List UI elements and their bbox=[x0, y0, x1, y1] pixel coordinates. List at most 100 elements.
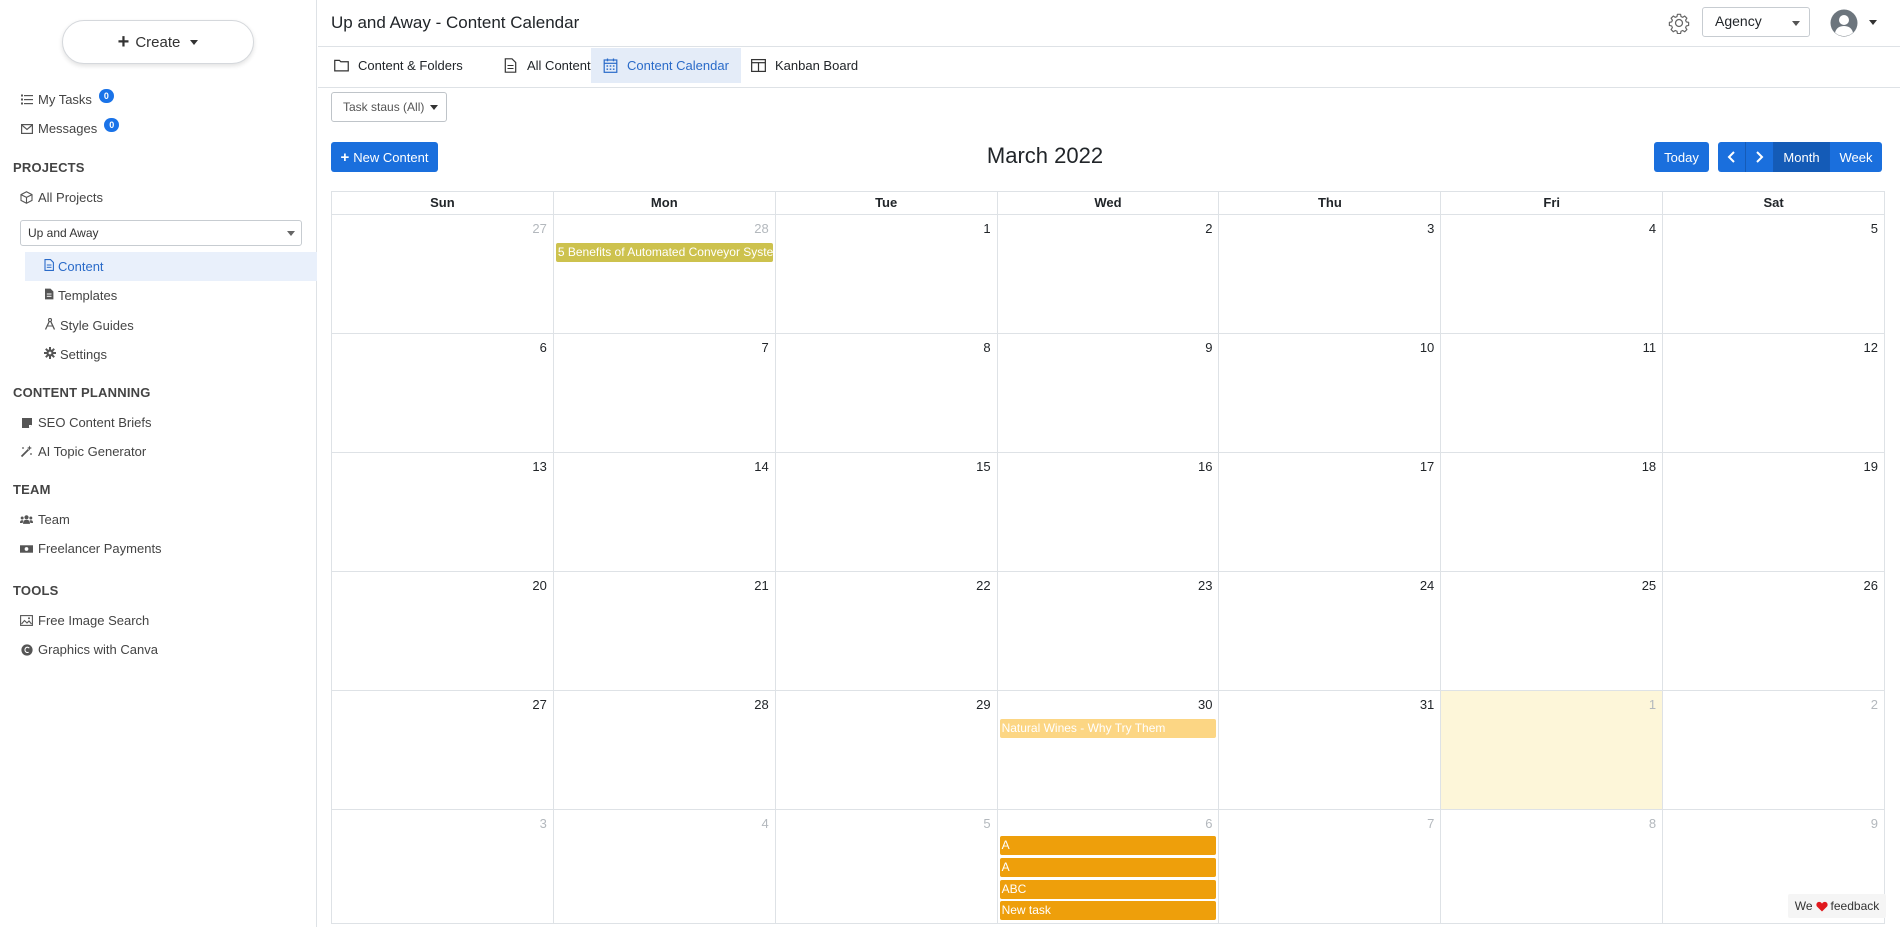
create-button[interactable]: + Create bbox=[62, 20, 254, 64]
day-number: 24 bbox=[1419, 578, 1435, 593]
gear-icon[interactable] bbox=[1668, 12, 1690, 34]
day-cell[interactable]: 7 bbox=[1219, 810, 1442, 923]
sidebar-item-free-image-search[interactable]: Free Image Search bbox=[20, 613, 149, 628]
calendar-event[interactable]: A bbox=[999, 858, 1217, 877]
sidebar-item-templates[interactable]: Templates bbox=[25, 281, 317, 310]
file-text-icon bbox=[44, 288, 54, 303]
compass-drafting-icon bbox=[44, 317, 56, 333]
day-cell[interactable]: 21 bbox=[554, 572, 776, 690]
day-number: 1 bbox=[983, 221, 991, 236]
sidebar-item-graphics-with-canva[interactable]: Graphics with Canva bbox=[20, 642, 158, 657]
agency-select[interactable]: Agency bbox=[1702, 7, 1810, 37]
day-cell-today[interactable]: 1 bbox=[1441, 691, 1664, 809]
week-view-button[interactable]: Week bbox=[1830, 142, 1882, 172]
my-tasks-link[interactable]: My Tasks 0 bbox=[20, 88, 114, 107]
calendar-event[interactable]: A bbox=[999, 836, 1217, 855]
calendar-event[interactable]: ABC bbox=[999, 880, 1217, 899]
day-cell[interactable]: 30 Natural Wines - Why Try Them bbox=[998, 691, 1220, 809]
day-cell[interactable]: 12 bbox=[1663, 334, 1884, 452]
magic-wand-icon bbox=[20, 445, 33, 458]
day-cell[interactable]: 28 bbox=[554, 691, 776, 809]
day-cell[interactable]: 13 bbox=[332, 453, 554, 571]
day-cell[interactable]: 26 bbox=[1663, 572, 1884, 690]
tab-content-folders[interactable]: Content & Folders bbox=[322, 48, 475, 83]
sidebar-item-team[interactable]: Team bbox=[20, 512, 70, 527]
create-label: Create bbox=[135, 33, 181, 51]
day-cell[interactable]: 27 bbox=[332, 215, 554, 333]
day-cell[interactable]: 3 bbox=[332, 810, 554, 923]
prev-button[interactable] bbox=[1718, 142, 1746, 172]
day-cell[interactable]: 14 bbox=[554, 453, 776, 571]
day-cell[interactable]: 10 bbox=[1219, 334, 1442, 452]
day-cell[interactable]: 6 bbox=[332, 334, 554, 452]
today-button[interactable]: Today bbox=[1654, 142, 1709, 172]
day-cell[interactable]: 20 bbox=[332, 572, 554, 690]
day-number: 28 bbox=[754, 697, 769, 712]
day-cell[interactable]: 8 bbox=[1441, 810, 1664, 923]
day-cell[interactable]: 28 5 Benefits of Automated Conveyor Syst… bbox=[554, 215, 776, 333]
day-cell[interactable]: 4 bbox=[1441, 215, 1664, 333]
user-avatar-icon[interactable] bbox=[1830, 9, 1858, 37]
day-cell[interactable]: 22 bbox=[776, 572, 998, 690]
day-cell[interactable]: 2 bbox=[998, 215, 1220, 333]
day-cell[interactable]: 5 bbox=[1663, 215, 1884, 333]
day-number: 4 bbox=[1648, 221, 1657, 236]
day-cell[interactable]: 5 bbox=[776, 810, 998, 923]
day-cell[interactable]: 25 bbox=[1441, 572, 1664, 690]
messages-link[interactable]: Messages 0 bbox=[20, 117, 120, 136]
new-content-button[interactable]: + New Content bbox=[331, 142, 438, 172]
sidebar-item-settings[interactable]: Settings bbox=[25, 340, 317, 369]
day-cell[interactable]: 17 bbox=[1219, 453, 1442, 571]
day-cell[interactable]: 8 bbox=[776, 334, 998, 452]
day-cell[interactable]: 23 bbox=[998, 572, 1220, 690]
day-cell[interactable]: 2 bbox=[1663, 691, 1884, 809]
day-cell[interactable]: 3 bbox=[1219, 215, 1442, 333]
day-cell[interactable]: 24 bbox=[1219, 572, 1442, 690]
new-content-label: New Content bbox=[353, 149, 429, 165]
day-cell[interactable]: 7 bbox=[554, 334, 776, 452]
project-select-value: Up and Away bbox=[28, 226, 99, 240]
day-cell[interactable]: 4 bbox=[554, 810, 776, 923]
calendar-event[interactable]: 5 Benefits of Automated Conveyor Systems bbox=[555, 243, 773, 262]
calendar-event[interactable]: New task bbox=[999, 901, 1217, 920]
day-cell[interactable]: 6 A A ABC New task bbox=[998, 810, 1220, 923]
day-number: 13 bbox=[532, 459, 547, 474]
sidebar-item-style-guides[interactable]: Style Guides bbox=[25, 311, 317, 340]
task-status-filter-label: Task staus (All) bbox=[343, 100, 425, 114]
day-number: 2 bbox=[1870, 697, 1879, 712]
day-cell[interactable]: 9 bbox=[998, 334, 1220, 452]
week-row: 6 7 8 9 10 11 12 bbox=[331, 333, 1885, 452]
weekday-sat: Sat bbox=[1763, 195, 1784, 210]
tab-content-calendar[interactable]: Content Calendar bbox=[591, 48, 741, 83]
day-cell[interactable]: 11 bbox=[1441, 334, 1664, 452]
all-projects-link[interactable]: All Projects bbox=[20, 190, 103, 205]
calendar-event[interactable]: Natural Wines - Why Try Them bbox=[999, 719, 1217, 738]
day-cell[interactable]: 15 bbox=[776, 453, 998, 571]
day-cell[interactable]: 27 bbox=[332, 691, 554, 809]
sidebar-item-content[interactable]: Content bbox=[25, 252, 317, 281]
sidebar-item-freelancer-payments[interactable]: Freelancer Payments bbox=[20, 541, 162, 556]
users-icon bbox=[20, 513, 33, 526]
tab-all-content[interactable]: All Content bbox=[491, 48, 603, 83]
day-cell[interactable]: 1 bbox=[776, 215, 998, 333]
sidebar-item-label: Free Image Search bbox=[38, 613, 150, 628]
feedback-button[interactable]: We feedback bbox=[1788, 894, 1886, 918]
task-status-filter[interactable]: Task staus (All) bbox=[331, 92, 447, 122]
sidebar-item-label: Freelancer Payments bbox=[38, 541, 162, 556]
tab-kanban-board[interactable]: Kanban Board bbox=[739, 48, 870, 83]
day-number: 7 bbox=[761, 340, 769, 355]
next-button[interactable] bbox=[1746, 142, 1774, 172]
day-number: 25 bbox=[1641, 578, 1657, 593]
project-select[interactable]: Up and Away bbox=[20, 220, 302, 246]
month-view-button[interactable]: Month bbox=[1774, 142, 1830, 172]
day-cell[interactable]: 19 bbox=[1663, 453, 1884, 571]
day-cell[interactable]: 18 bbox=[1441, 453, 1664, 571]
sidebar-item-label: Content bbox=[58, 259, 104, 274]
day-cell[interactable]: 31 bbox=[1219, 691, 1442, 809]
sidebar-item-ai-topic-generator[interactable]: AI Topic Generator bbox=[20, 444, 146, 459]
sidebar-item-seo-content-briefs[interactable]: SEO Content Briefs bbox=[20, 415, 151, 430]
caret-down-icon[interactable] bbox=[1869, 20, 1877, 25]
feedback-prefix: We bbox=[1794, 899, 1813, 913]
day-cell[interactable]: 16 bbox=[998, 453, 1220, 571]
day-cell[interactable]: 29 bbox=[776, 691, 998, 809]
